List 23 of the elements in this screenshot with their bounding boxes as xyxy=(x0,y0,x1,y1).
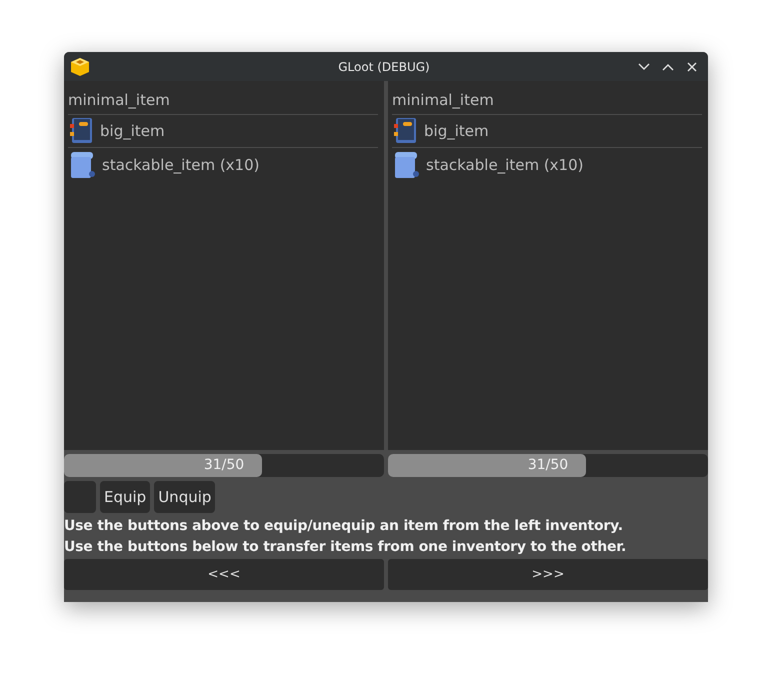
transfer-button[interactable]: >>> xyxy=(388,559,708,590)
app-cube-icon xyxy=(70,56,90,76)
scroll-icon xyxy=(68,150,96,180)
chevron-down-icon xyxy=(638,62,650,70)
instruction-text: Use the buttons below to transfer items from one inventory to the other. xyxy=(64,539,628,555)
equip-button[interactable]: Equip xyxy=(100,481,150,513)
window-title: GLoot (DEBUG) xyxy=(337,60,431,74)
close-icon xyxy=(687,62,697,72)
equip-button[interactable]: Unquip xyxy=(154,481,216,513)
capacity-reading: 31/50 xyxy=(202,457,246,473)
item-label[interactable]: minimal_item xyxy=(68,90,170,108)
item-label[interactable]: big_item xyxy=(100,122,165,140)
transfer-button[interactable]: <<< xyxy=(64,559,384,590)
item-label[interactable]: stackable_item (x10) xyxy=(102,156,260,174)
item-label[interactable]: stackable_item (x10) xyxy=(426,156,584,174)
capacity-reading: 31/50 xyxy=(526,457,570,473)
book-icon xyxy=(392,117,418,145)
book-icon xyxy=(68,117,94,145)
instruction-text: Use the buttons above to equip/unequip an item from the left inventory. xyxy=(64,518,624,534)
scroll-icon xyxy=(392,150,420,180)
chevron-up-icon xyxy=(662,62,674,70)
item-label[interactable]: big_item xyxy=(424,122,489,140)
item-label[interactable]: minimal_item xyxy=(392,90,494,108)
